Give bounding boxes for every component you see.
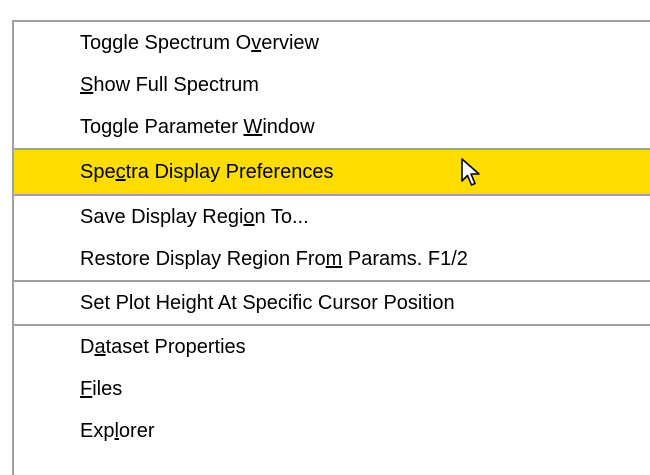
- menu-item-spectra-display-preferences[interactable]: Spectra Display Preferences: [14, 150, 650, 194]
- menu-item-label: Toggle Parameter Window: [80, 116, 315, 138]
- menu-item-label: Restore Display Region From Params. F1/2: [80, 248, 468, 270]
- menu-item-explorer[interactable]: Explorer: [14, 410, 650, 452]
- previous-menu-strip: [0, 0, 650, 20]
- menu-item-label: Show Full Spectrum: [80, 74, 259, 96]
- context-menu: Toggle Spectrum Overview Show Full Spect…: [12, 20, 650, 475]
- menu-item-toggle-spectrum-overview[interactable]: Toggle Spectrum Overview: [14, 22, 650, 64]
- menu-item-set-plot-height[interactable]: Set Plot Height At Specific Cursor Posit…: [14, 282, 650, 324]
- menu-item-label: Toggle Spectrum Overview: [80, 32, 319, 54]
- menu-item-show-full-spectrum[interactable]: Show Full Spectrum: [14, 64, 650, 106]
- menu-item-save-display-region[interactable]: Save Display Region To...: [14, 196, 650, 238]
- menu-item-files[interactable]: Files: [14, 368, 650, 410]
- menu-item-dataset-properties[interactable]: Dataset Properties: [14, 326, 650, 368]
- menu-item-restore-display-region[interactable]: Restore Display Region From Params. F1/2: [14, 238, 650, 280]
- menu-item-label: Dataset Properties: [80, 336, 246, 358]
- menu-item-label: Save Display Region To...: [80, 206, 309, 228]
- menu-item-label: Set Plot Height At Specific Cursor Posit…: [80, 292, 455, 314]
- menu-item-label: Files: [80, 378, 123, 400]
- menu-item-label: Explorer: [80, 420, 155, 442]
- arrow-pointer-icon: [461, 158, 480, 186]
- menu-item-toggle-parameter-window[interactable]: Toggle Parameter Window: [14, 106, 650, 148]
- menu-item-label: Spectra Display Preferences: [80, 161, 334, 183]
